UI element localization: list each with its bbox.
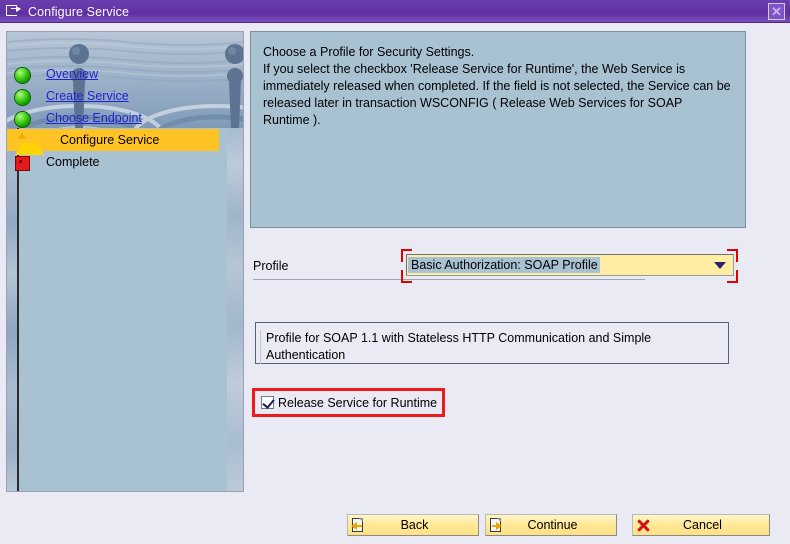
green-sphere-icon	[15, 89, 30, 105]
close-glyph: ✕	[771, 4, 782, 19]
title-bar: Configure Service ✕	[0, 0, 790, 23]
chevron-down-icon[interactable]	[714, 262, 726, 269]
main-content: Choose a Profile for Security Settings. …	[250, 31, 784, 492]
checkmark-icon	[262, 396, 275, 409]
field-underline	[253, 279, 645, 280]
red-square-icon	[15, 155, 30, 171]
step-label: Create Service	[46, 89, 129, 103]
sidebar-item-choose-endpoint[interactable]: Choose Endpoint	[9, 107, 215, 129]
profile-description-text: Profile for SOAP 1.1 with Stateless HTTP…	[266, 331, 652, 362]
sidebar-item-configure-service[interactable]: Configure Service	[7, 129, 219, 155]
instruction-panel: Choose a Profile for Security Settings. …	[250, 31, 746, 228]
yellow-triangle-icon	[15, 128, 44, 155]
release-service-label: Release Service for Runtime	[278, 395, 438, 410]
profile-description-box: Profile for SOAP 1.1 with Stateless HTTP…	[255, 322, 729, 364]
continue-button[interactable]: Continue	[485, 514, 617, 536]
red-x-icon	[635, 517, 652, 534]
green-sphere-icon	[15, 67, 30, 83]
release-service-checkbox[interactable]	[261, 396, 275, 409]
sidebar-item-create-service[interactable]: Create Service	[9, 85, 215, 107]
sidebar-content	[17, 128, 227, 491]
continue-button-label: Continue	[527, 518, 578, 532]
release-checkbox-highlight: Release Service for Runtime	[252, 388, 445, 417]
configure-service-dialog: Configure Service ✕ Overview Create Serv…	[0, 0, 790, 544]
banner-edge-left	[7, 128, 17, 491]
instruction-heading: Choose a Profile for Security Settings.	[263, 45, 475, 59]
step-label: Complete	[46, 155, 100, 169]
back-button[interactable]: Back	[347, 514, 479, 536]
profile-label: Profile	[253, 259, 289, 273]
banner-edge-right	[225, 128, 243, 491]
dialog-footer: Back Continue Cancel	[0, 510, 790, 544]
profile-select[interactable]: Basic Authorization: SOAP Profile	[406, 254, 734, 276]
wizard-sidebar: Overview Create Service Choose Endpoint …	[6, 31, 244, 492]
wizard-window-icon	[6, 5, 21, 18]
page-forward-arrow-icon	[488, 517, 505, 534]
instruction-body: If you select the checkbox 'Release Serv…	[263, 62, 731, 127]
green-sphere-icon	[15, 111, 30, 127]
step-label: Configure Service	[60, 133, 160, 147]
wizard-step-list: Overview Create Service Choose Endpoint …	[7, 63, 219, 173]
close-icon[interactable]: ✕	[768, 3, 785, 20]
profile-field-row: Profile Basic Authorization: SOAP Profil…	[253, 249, 781, 285]
sidebar-item-overview[interactable]: Overview	[9, 63, 215, 85]
page-back-arrow-icon	[350, 517, 367, 534]
back-button-label: Back	[400, 518, 429, 532]
step-label: Overview	[46, 67, 99, 81]
profile-selected-value: Basic Authorization: SOAP Profile	[408, 257, 600, 273]
window-title: Configure Service	[28, 4, 130, 19]
cancel-button[interactable]: Cancel	[632, 514, 770, 536]
step-label: Choose Endpoint	[46, 111, 142, 125]
cancel-button-label: Cancel	[683, 518, 722, 532]
